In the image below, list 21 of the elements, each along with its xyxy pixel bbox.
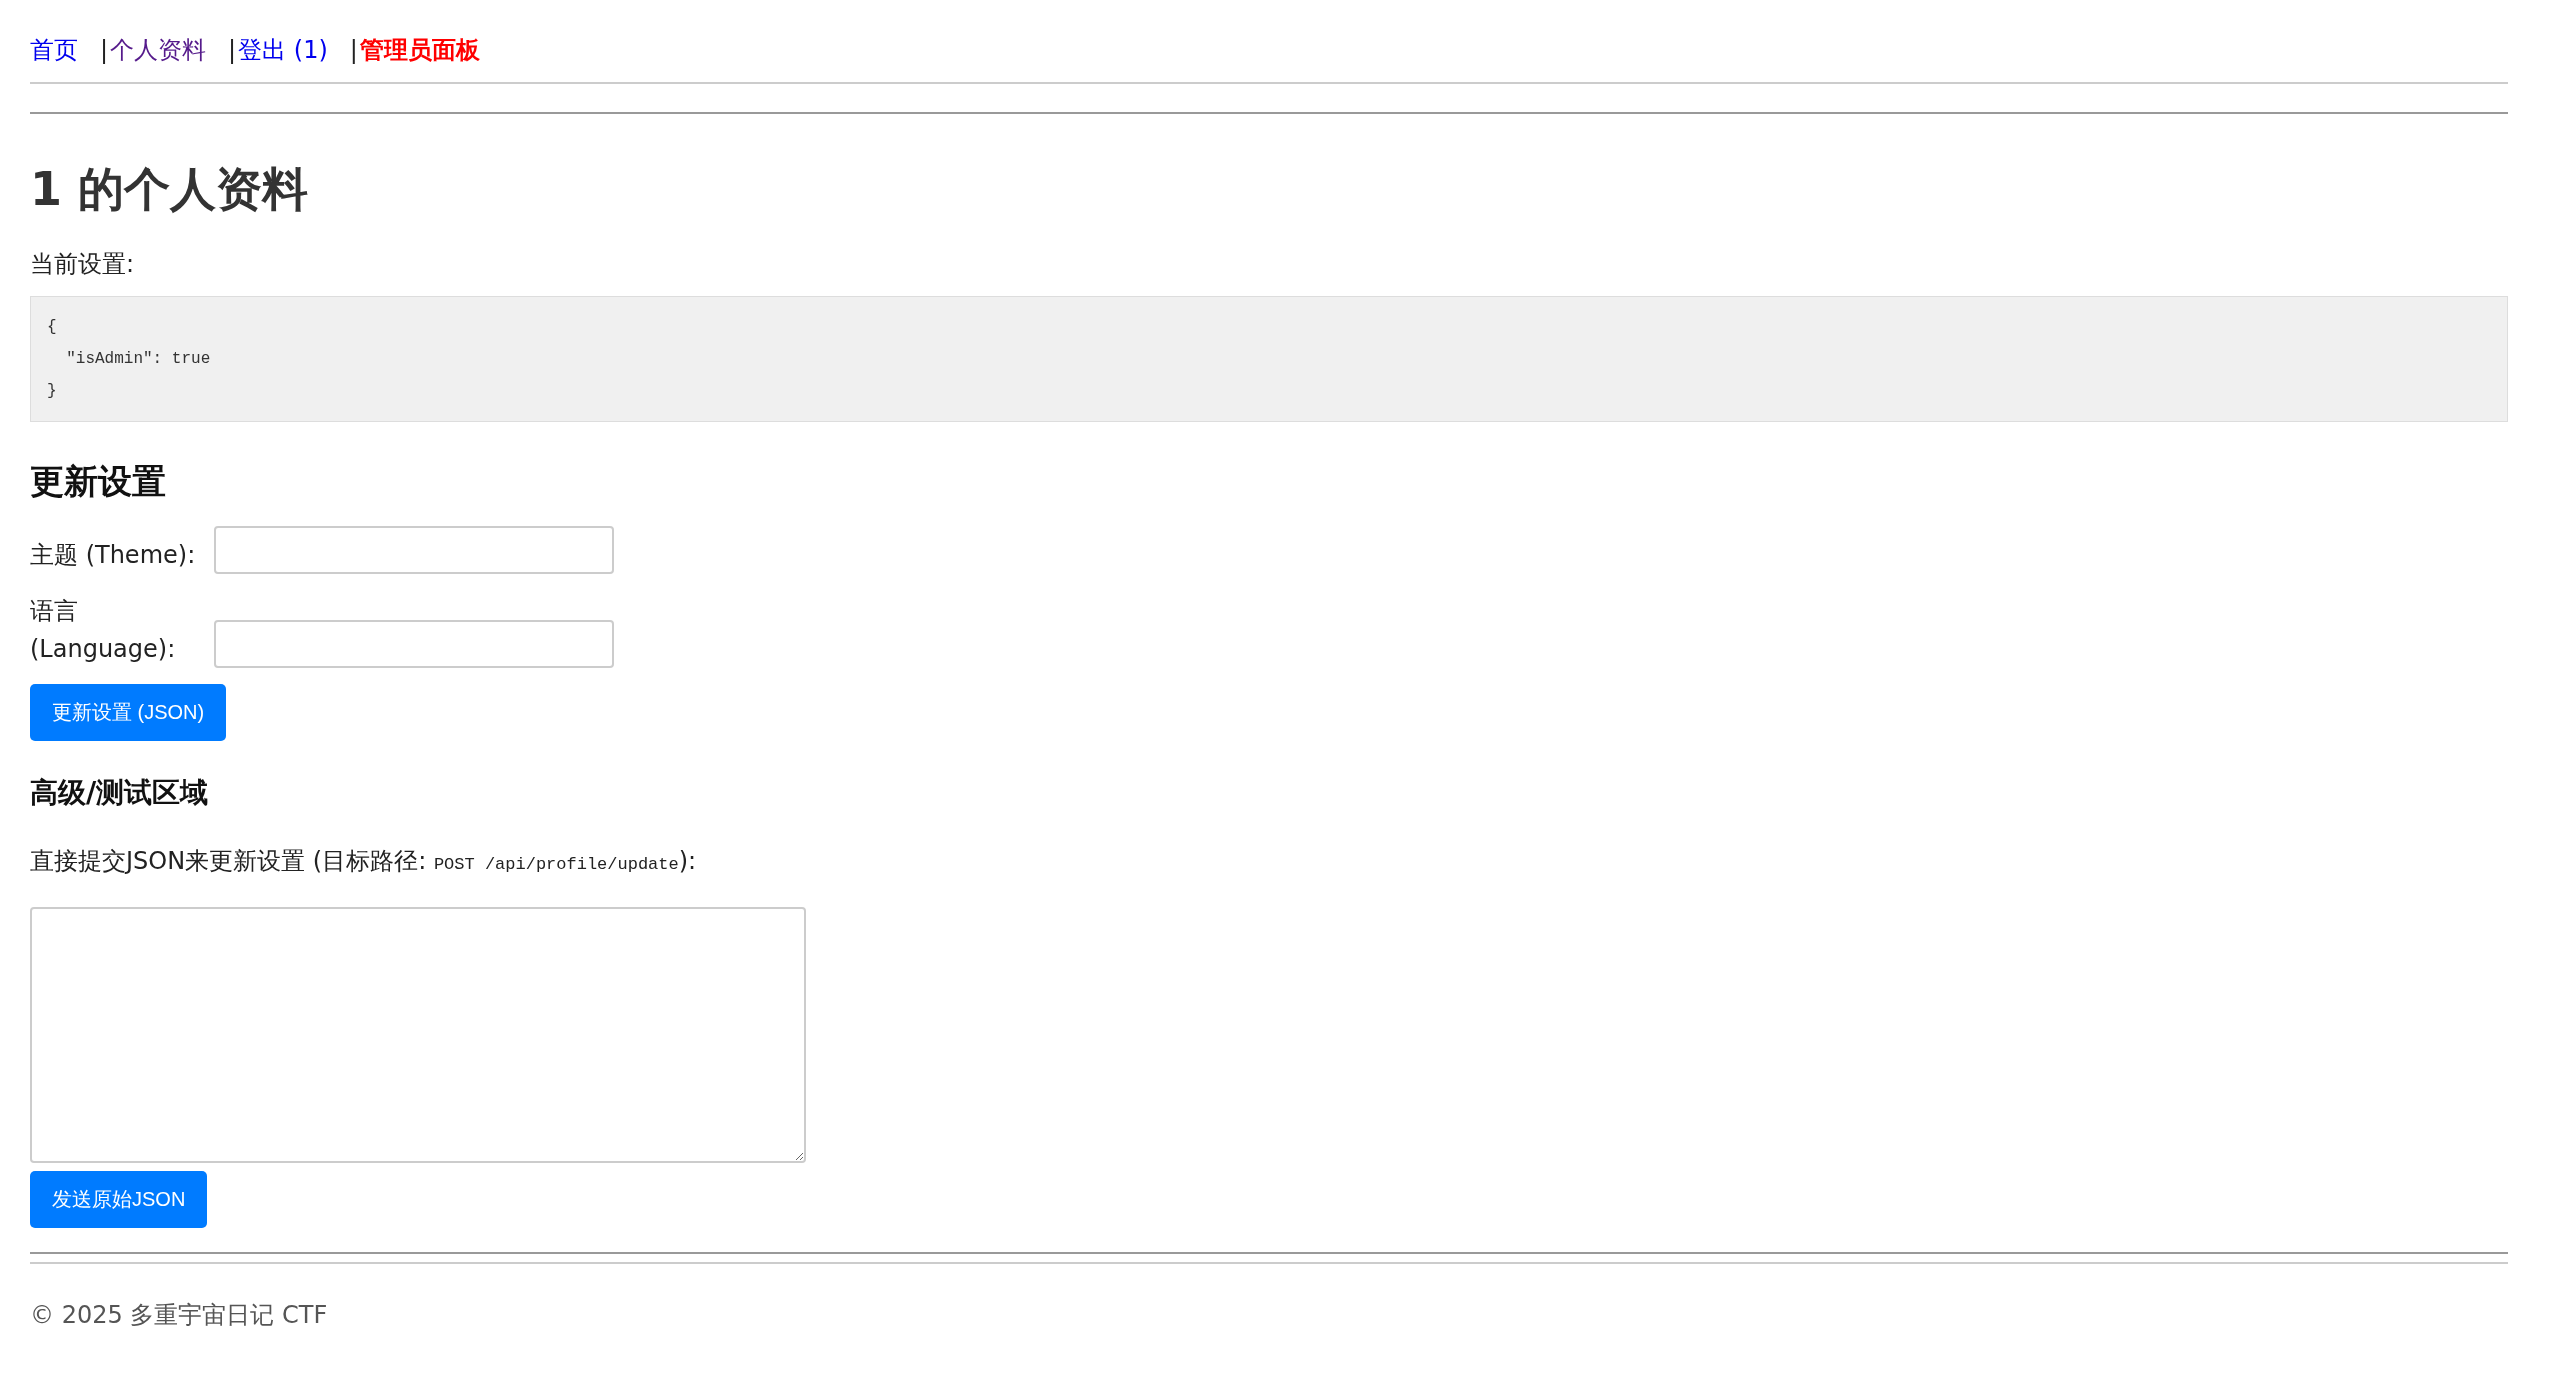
nav-link[interactable]: 登出 (1) <box>238 34 328 66</box>
settings-code-block: { "isAdmin": true } <box>30 296 2508 422</box>
nav-separator: | <box>100 36 109 64</box>
nav-link[interactable]: 管理员面板 <box>359 34 480 66</box>
update-settings-button[interactable]: 更新设置 (JSON) <box>30 684 227 741</box>
footer-text: © 2025 多重宇宙日记 CTF <box>30 1300 329 1330</box>
input-field[interactable] <box>214 620 614 668</box>
instruction-text: 直接提交JSON来更新设置 (目标路径: POST /api/profile/update): <box>30 846 698 877</box>
field-label: 主题 (Theme): <box>30 540 197 571</box>
input-field[interactable] <box>214 526 614 574</box>
section-heading: 更新设置 <box>30 460 167 503</box>
page-title: 1 的个人资料 <box>30 161 310 218</box>
field-label: 语言 (Language): <box>30 596 177 665</box>
nav-link[interactable]: 个人资料 <box>110 34 207 66</box>
section-heading: 高级/测试区域 <box>30 775 210 811</box>
nav-separator: | <box>349 36 358 64</box>
json-text-area[interactable] <box>30 907 806 1163</box>
nav-separator: | <box>228 36 237 64</box>
send-json-button[interactable]: 发送原始JSON <box>30 1171 208 1228</box>
nav-link[interactable]: 首页 <box>30 34 78 66</box>
current-settings-label: 当前设置: <box>30 249 136 280</box>
